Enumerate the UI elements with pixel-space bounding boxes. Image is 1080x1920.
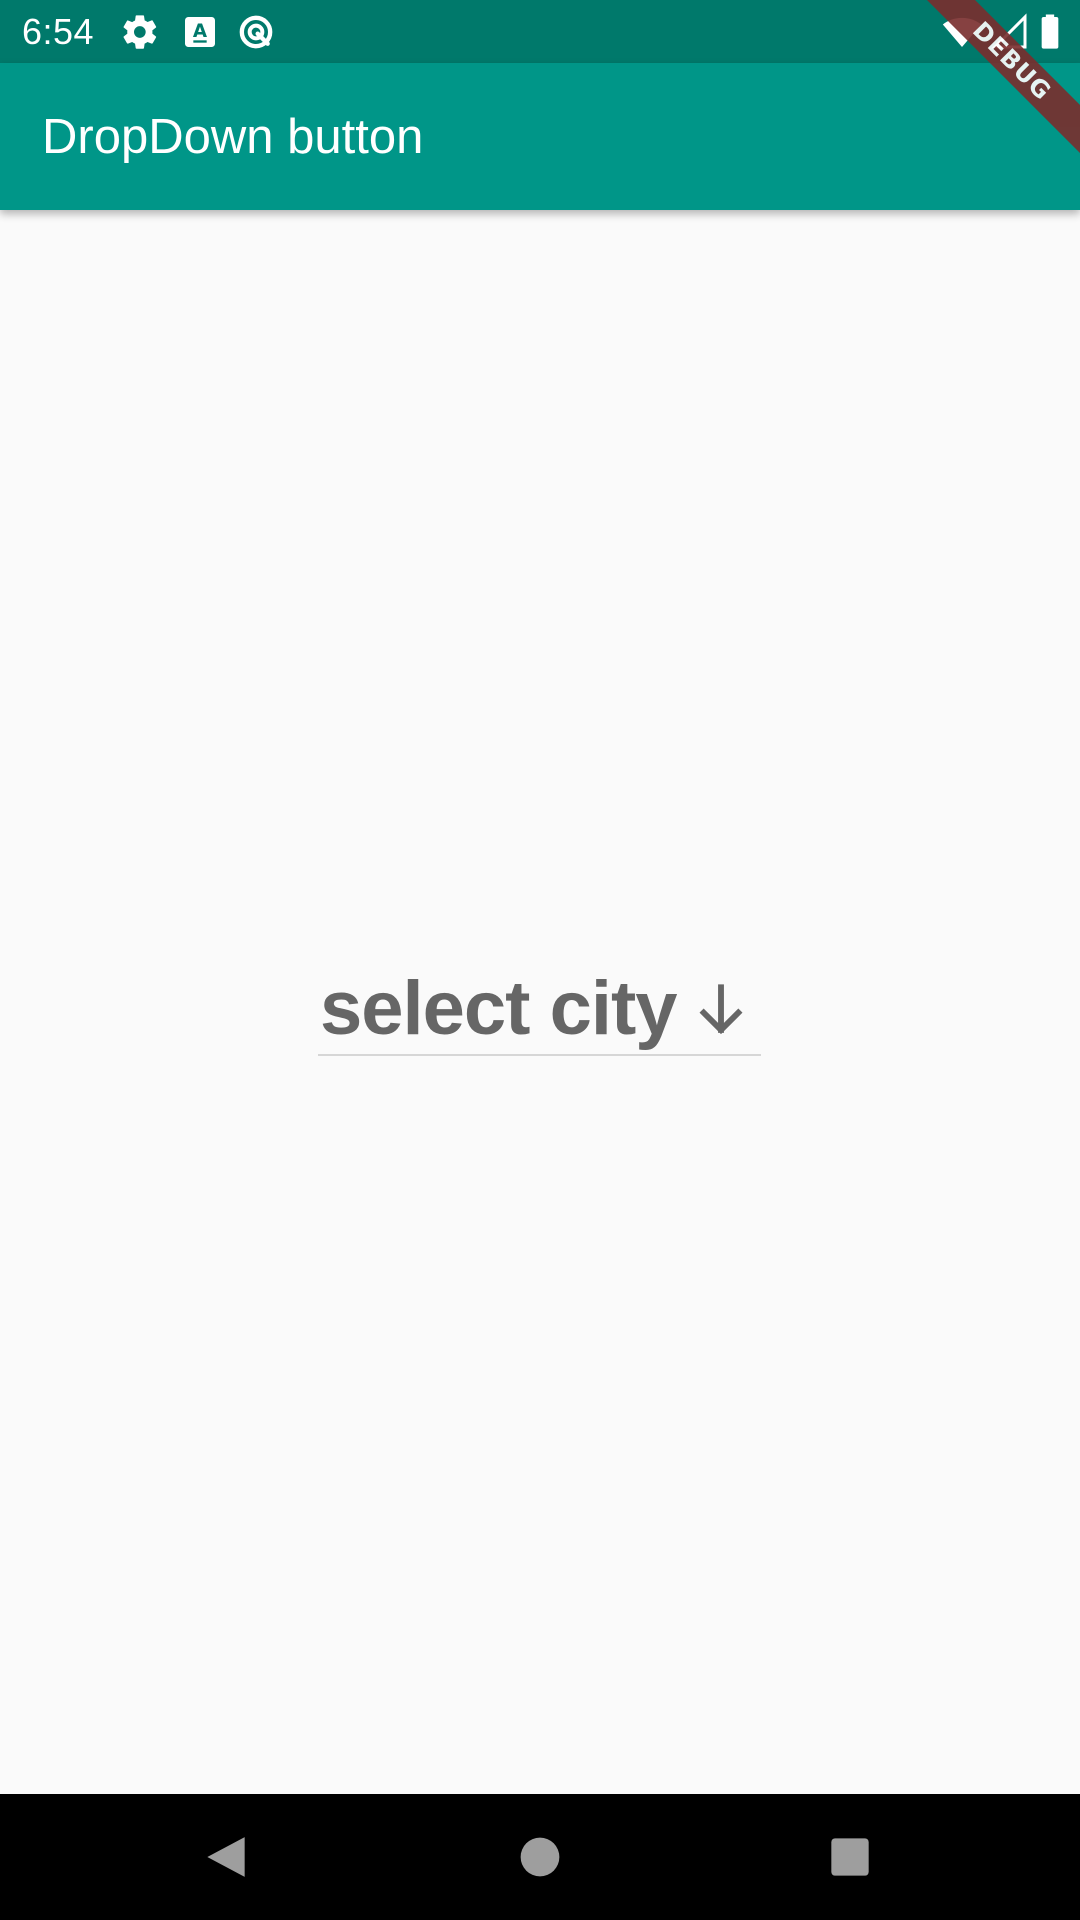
back-icon[interactable] xyxy=(198,1829,254,1885)
app-bar: DropDown button xyxy=(0,63,1080,210)
status-bar: 6:54 A xyxy=(0,0,1080,63)
gear-icon xyxy=(120,12,160,52)
arrow-down-icon xyxy=(689,978,753,1042)
text-a-icon: A xyxy=(180,12,220,52)
page-title: DropDown button xyxy=(42,110,424,164)
home-icon[interactable] xyxy=(512,1829,568,1885)
city-dropdown[interactable]: select city xyxy=(318,962,761,1056)
navigation-bar xyxy=(0,1794,1080,1920)
status-time: 6:54 xyxy=(22,11,95,52)
svg-text:A: A xyxy=(193,21,208,42)
sync-icon xyxy=(236,12,276,52)
battery-icon xyxy=(1030,12,1070,52)
main-content: select city xyxy=(0,210,1080,1794)
dropdown-selected-value: select city xyxy=(320,966,678,1051)
recents-icon[interactable] xyxy=(822,1829,878,1885)
